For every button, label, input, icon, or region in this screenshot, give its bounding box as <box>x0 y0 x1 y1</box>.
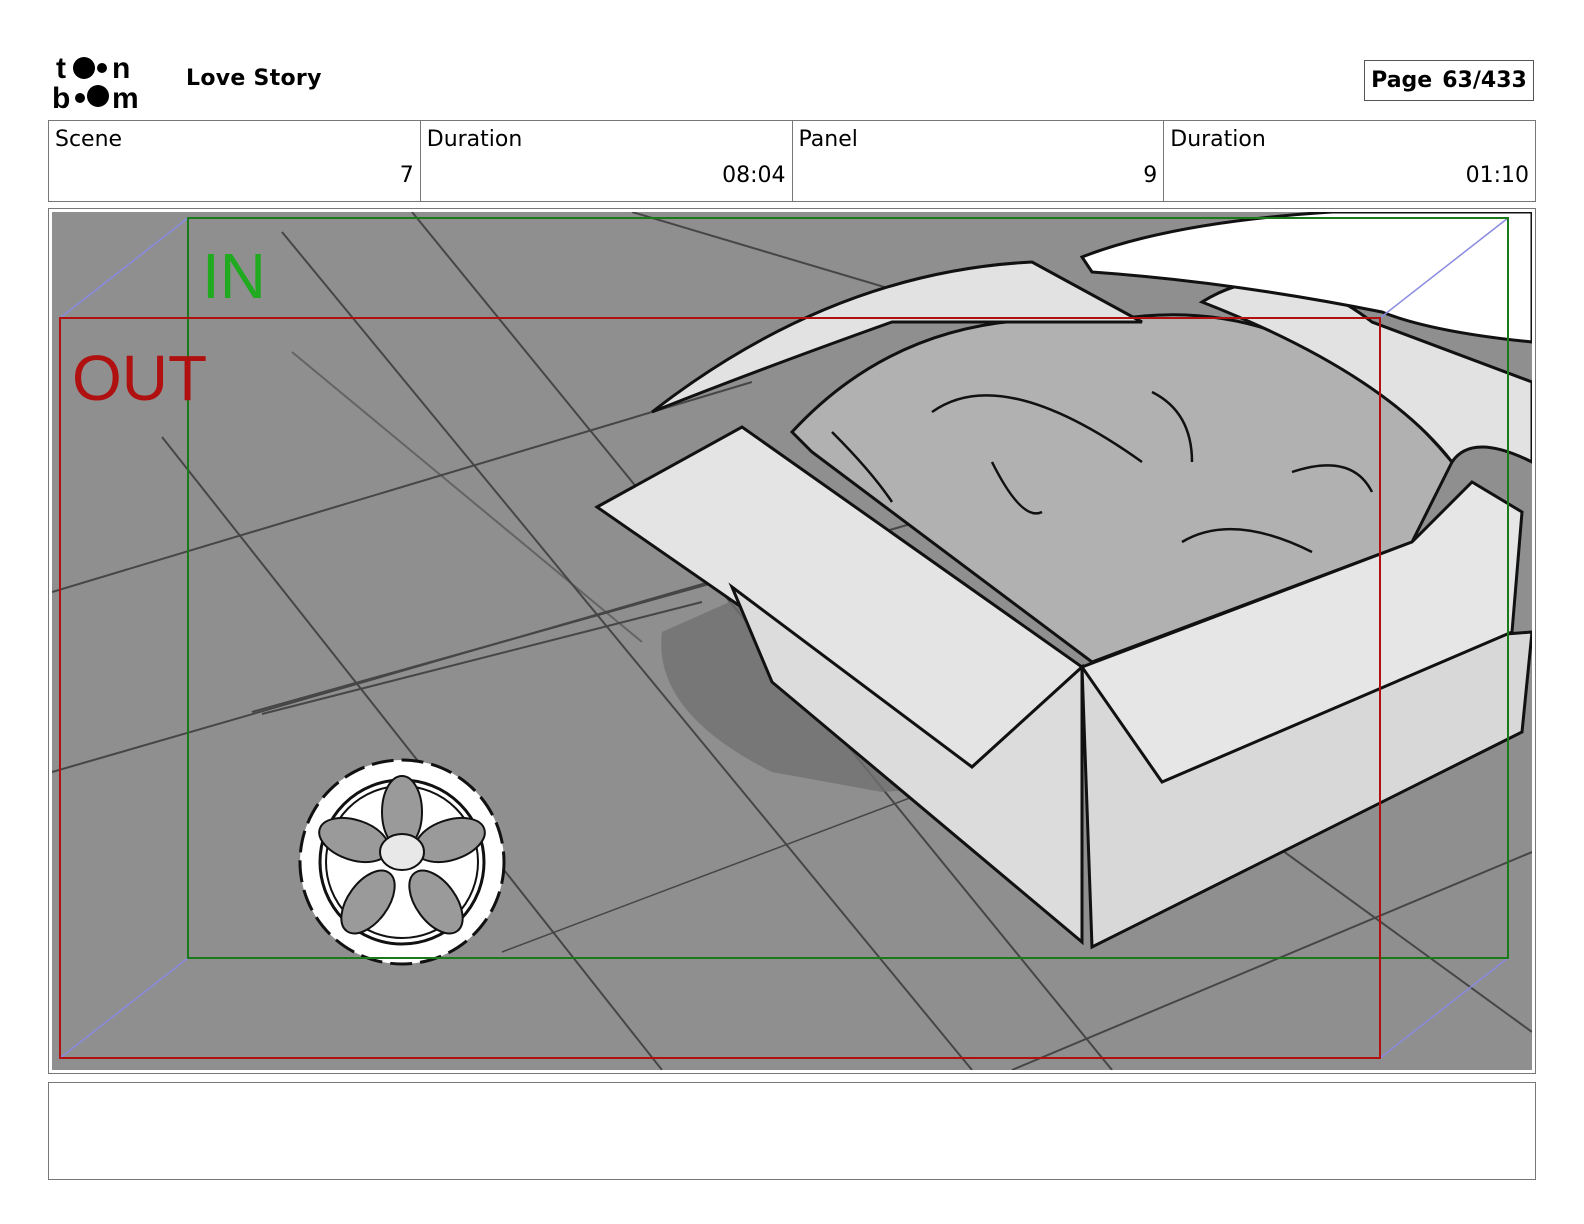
panel-duration-label: Duration <box>1170 127 1266 152</box>
svg-text:b: b <box>52 82 70 110</box>
panel-notes-box[interactable] <box>48 1082 1536 1180</box>
toon-boom-logo: t n b m <box>52 52 139 110</box>
page-indicator: Page 63/433 <box>1364 60 1534 101</box>
page-label: Page <box>1371 68 1433 93</box>
panel-drawing: IN OUT <box>52 212 1532 1070</box>
panel-info-table: Scene 7 Duration 08:04 Panel 9 Duration … <box>48 120 1536 202</box>
svg-text:n: n <box>112 52 130 85</box>
scene-duration-label: Duration <box>426 127 523 152</box>
svg-text:m: m <box>112 82 139 110</box>
storyboard-panel: IN OUT <box>48 208 1536 1074</box>
scene-duration-cell: Duration 08:04 <box>421 121 793 201</box>
page-number: 63/433 <box>1442 68 1527 93</box>
scene-cell: Scene 7 <box>49 121 421 201</box>
panel-duration-value: 01:10 <box>1465 163 1529 188</box>
out-label: OUT <box>72 342 207 414</box>
in-label: IN <box>202 240 266 312</box>
panel-value: 9 <box>1143 163 1158 188</box>
project-title: Love Story <box>186 66 322 91</box>
panel-cell: Panel 9 <box>793 121 1165 201</box>
scene-value: 7 <box>399 163 414 188</box>
svg-text:t: t <box>56 52 66 85</box>
panel-duration-cell: Duration 01:10 <box>1164 121 1535 201</box>
scene-label: Scene <box>55 127 123 152</box>
panel-label: Panel <box>798 127 858 152</box>
gear-drawing <box>298 758 506 966</box>
scene-duration-value: 08:04 <box>722 163 786 188</box>
